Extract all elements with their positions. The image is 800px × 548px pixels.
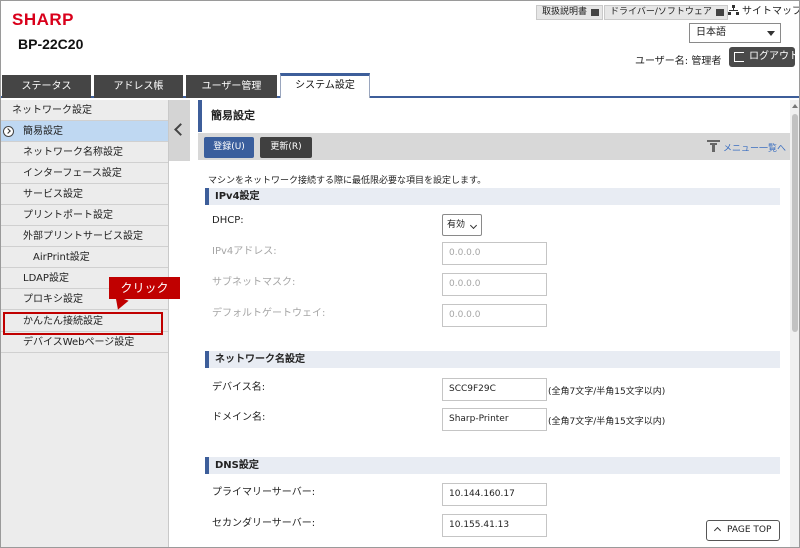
default-gateway-field[interactable]: 0.0.0.0 xyxy=(442,304,547,327)
browser-frame: SHARP BP-22C20 取扱説明書 ドライバー/ソフトウェア サイトマップ… xyxy=(0,0,800,548)
secondary-server-label: セカンダリーサーバー: xyxy=(212,518,316,529)
register-button[interactable]: 登録(U) xyxy=(204,137,254,158)
driver-link-label: ドライバー/ソフトウェア xyxy=(610,7,712,17)
sidebar-item-airprint[interactable]: AirPrint設定 xyxy=(1,247,168,268)
sidebar-item-network-name[interactable]: ネットワーク名称設定 xyxy=(1,142,168,163)
external-window-icon xyxy=(591,9,600,16)
chevron-down-icon xyxy=(767,31,775,36)
device-name-hint: (全角7文字/半角15文字以内) xyxy=(548,387,666,397)
selected-arrow-icon xyxy=(3,126,14,137)
ipv4-address-label: IPv4アドレス: xyxy=(212,246,277,257)
device-name-field[interactable]: SCC9F29C xyxy=(442,378,547,401)
page-title: 簡易設定 xyxy=(198,100,790,132)
sidebar-item-label: 簡易設定 xyxy=(23,126,63,137)
intro-text: マシンをネットワーク接続する際に最低限必要な項目を設定します。 xyxy=(208,176,487,186)
sidebar-item-device-web[interactable]: デバイスWebページ設定 xyxy=(1,332,168,353)
network-name-section-heading: ネットワーク名設定 xyxy=(205,351,780,368)
tab-status[interactable]: ステータス xyxy=(2,75,91,98)
sidebar-item-services[interactable]: サービス設定 xyxy=(1,184,168,205)
model-name: BP-22C20 xyxy=(18,36,84,52)
main-tabs: ステータス アドレス帳 ユーザー管理 システム設定 xyxy=(1,73,799,98)
page-top-label: PAGE TOP xyxy=(727,525,772,535)
logout-icon xyxy=(734,52,744,62)
back-to-menu-icon xyxy=(706,140,720,152)
tab-address-book[interactable]: アドレス帳 xyxy=(94,75,183,98)
dns-section-heading: DNS設定 xyxy=(205,457,780,474)
chevron-up-icon xyxy=(713,526,722,535)
chevron-down-icon xyxy=(469,221,478,230)
menu-list-link[interactable]: メニュー一覧へ xyxy=(706,140,786,154)
sitemap-link[interactable]: サイトマップ xyxy=(728,5,800,20)
sitemap-icon xyxy=(728,5,739,15)
click-highlight-box xyxy=(3,312,163,335)
domain-name-field[interactable]: Sharp-Printer xyxy=(442,408,547,431)
menu-list-label: メニュー一覧へ xyxy=(722,144,786,154)
ipv4-section-heading: IPv4設定 xyxy=(205,188,780,205)
update-button[interactable]: 更新(R) xyxy=(260,137,312,158)
default-gateway-label: デフォルトゲートウェイ: xyxy=(212,308,326,319)
scroll-up-arrow-icon[interactable] xyxy=(792,104,798,108)
dhcp-label: DHCP: xyxy=(212,215,244,226)
driver-software-link[interactable]: ドライバー/ソフトウェア xyxy=(604,5,728,20)
click-callout: クリック xyxy=(109,277,180,299)
page-top-button[interactable]: PAGE TOP xyxy=(706,520,780,541)
domain-name-hint: (全角7文字/半角15文字以内) xyxy=(548,417,666,427)
dhcp-value: 有効 xyxy=(447,220,466,230)
logout-label: ログアウト xyxy=(749,51,799,62)
logout-button[interactable]: ログアウト xyxy=(729,47,799,67)
main-content: 簡易設定 登録(U) 更新(R) メニュー一覧へ マシンをネットワーク接続する際… xyxy=(198,100,790,547)
secondary-server-field[interactable]: 10.155.41.13 xyxy=(442,514,547,537)
subnet-mask-field[interactable]: 0.0.0.0 xyxy=(442,273,547,296)
domain-name-label: ドメイン名: xyxy=(212,412,266,423)
external-window-icon xyxy=(715,9,724,16)
tab-user-management[interactable]: ユーザー管理 xyxy=(186,75,277,98)
language-select[interactable]: 日本語 xyxy=(689,23,781,43)
primary-server-field[interactable]: 10.144.160.17 xyxy=(442,483,547,506)
tab-system-settings[interactable]: システム設定 xyxy=(280,73,370,98)
sharp-logo: SHARP xyxy=(12,10,75,29)
manual-link[interactable]: 取扱説明書 xyxy=(536,5,604,20)
sidebar-item-external-print[interactable]: 外部プリントサービス設定 xyxy=(1,226,168,247)
primary-server-label: プライマリーサーバー: xyxy=(212,487,316,498)
sidebar-item-network-settings[interactable]: ネットワーク設定 xyxy=(1,100,168,121)
sidebar-item-print-port[interactable]: プリントポート設定 xyxy=(1,205,168,226)
vertical-scrollbar[interactable] xyxy=(790,100,799,547)
ipv4-address-field[interactable]: 0.0.0.0 xyxy=(442,242,547,265)
user-name: ユーザー名: 管理者 xyxy=(635,56,722,67)
sidebar-item-interface[interactable]: インターフェース設定 xyxy=(1,163,168,184)
language-value: 日本語 xyxy=(696,27,726,38)
subnet-mask-label: サブネットマスク: xyxy=(212,277,296,288)
sidebar-collapse-button[interactable] xyxy=(169,100,190,161)
scrollbar-thumb[interactable] xyxy=(792,114,798,332)
sitemap-label: サイトマップ xyxy=(742,6,800,17)
dhcp-select[interactable]: 有効 xyxy=(442,214,482,236)
device-name-label: デバイス名: xyxy=(212,382,266,393)
manual-link-label: 取扱説明書 xyxy=(542,7,588,17)
action-bar: 登録(U) 更新(R) メニュー一覧へ xyxy=(198,133,790,160)
sidebar-item-quick-settings[interactable]: 簡易設定 xyxy=(1,121,168,142)
